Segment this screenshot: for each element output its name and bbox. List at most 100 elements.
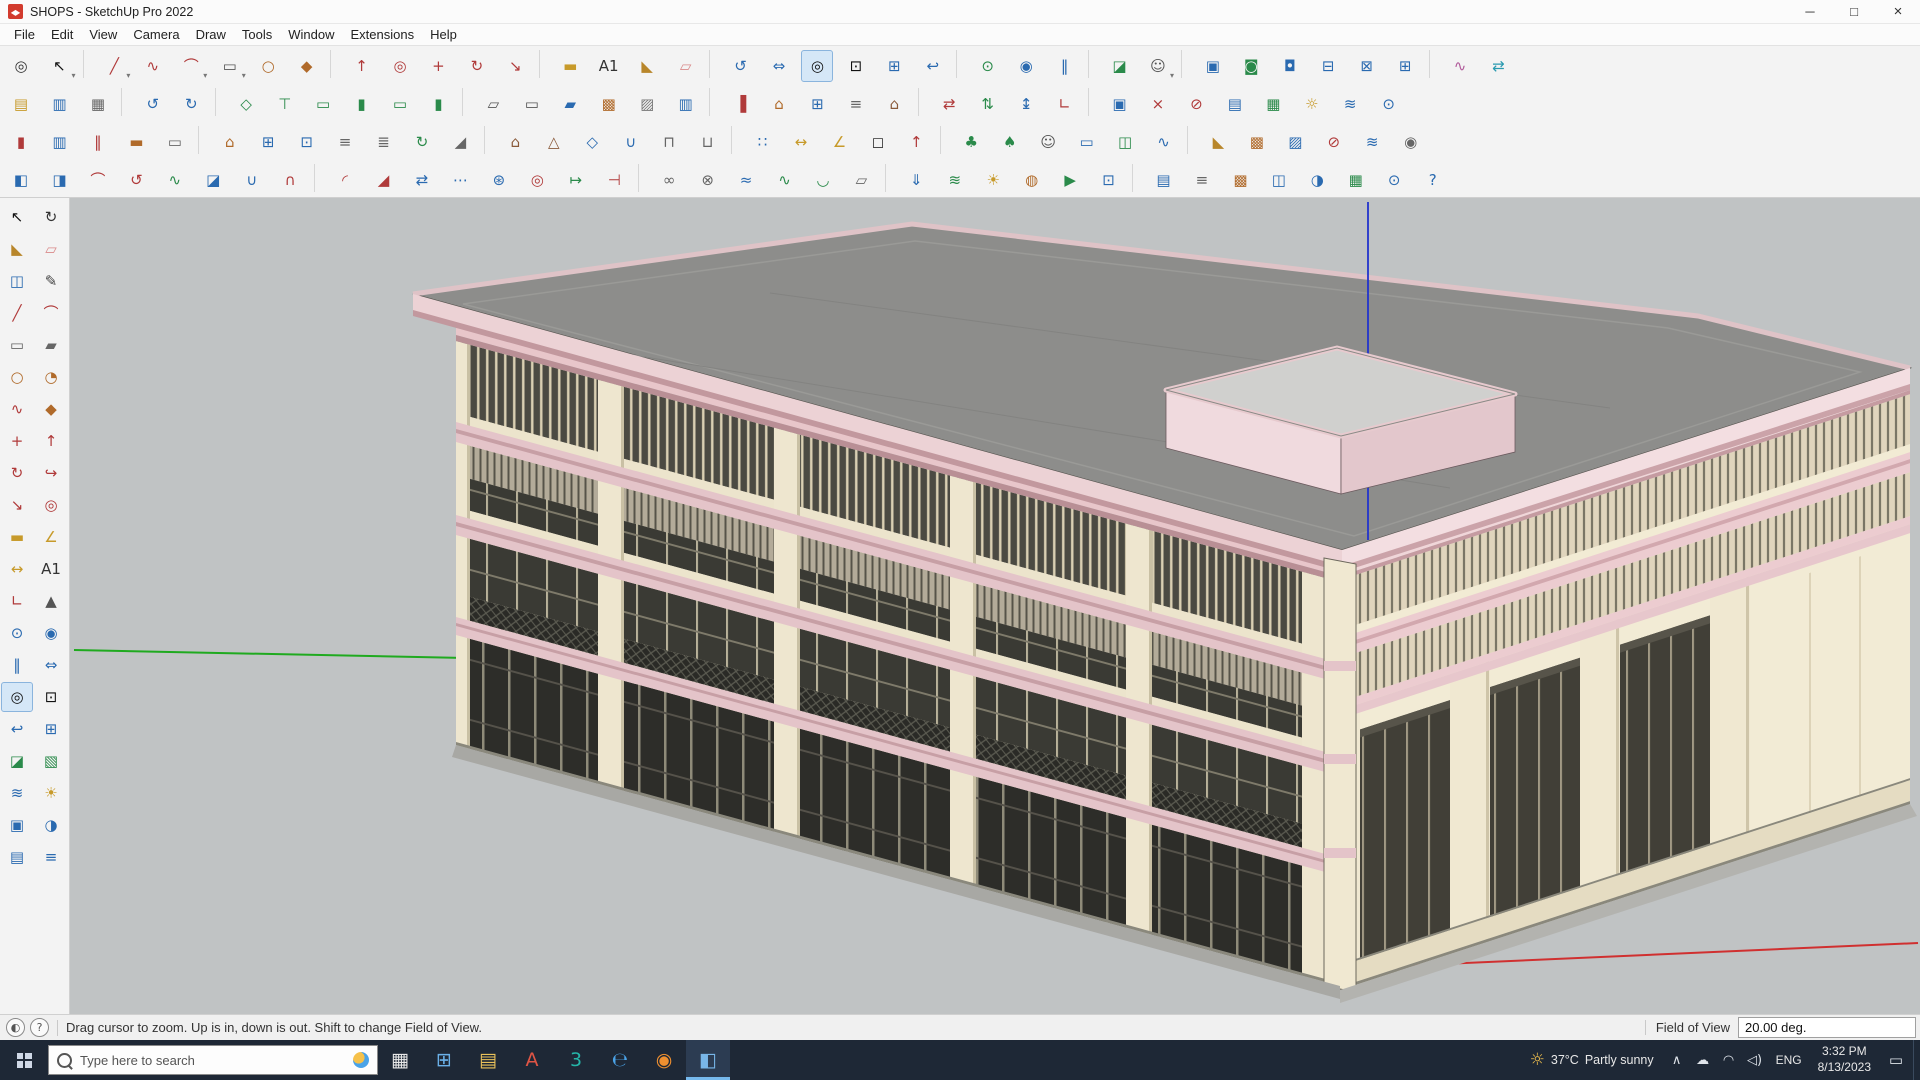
save-model[interactable]: ▥ — [43, 88, 75, 120]
pan-tool[interactable]: ⇔ — [35, 650, 67, 680]
materials-tool[interactable]: ▩ — [1224, 164, 1256, 196]
stair-tool[interactable]: ≡ — [840, 88, 872, 120]
textured-style[interactable]: ▩ — [593, 88, 625, 120]
print-model[interactable]: ▦ — [82, 88, 114, 120]
redo-button[interactable]: ↻ — [175, 88, 207, 120]
previous-view-tool[interactable]: ↩ — [917, 50, 949, 82]
skylight-tool[interactable]: ◇ — [576, 126, 608, 158]
pan-tool[interactable]: ⇔ — [763, 50, 795, 82]
look-around-tool[interactable]: ◉ — [1010, 50, 1042, 82]
hidden-line-style[interactable]: ▭ — [516, 88, 548, 120]
undo-button[interactable]: ↺ — [137, 88, 169, 120]
paint-bucket-tool[interactable]: ◣ — [1, 234, 33, 264]
minimize-button[interactable]: ─ — [1788, 0, 1832, 23]
soap-skin-tool[interactable]: ∿ — [1444, 50, 1476, 82]
help-info-icon[interactable]: ? — [30, 1018, 49, 1037]
door-tool-ext[interactable]: ⌂ — [214, 126, 246, 158]
freehand-tool[interactable]: ∿ — [137, 50, 169, 82]
drop-tool[interactable]: ⇓ — [900, 164, 932, 196]
gable-roof-tool[interactable]: △ — [538, 126, 570, 158]
push-pull-tool[interactable]: ↑ — [346, 50, 378, 82]
account-menu[interactable]: ☺ — [1142, 50, 1174, 82]
wireframe-style[interactable]: ▱ — [477, 88, 509, 120]
layers-tool[interactable]: ▤ — [1148, 164, 1180, 196]
position-camera-tool[interactable]: ⊙ — [1, 618, 33, 648]
column-tool[interactable]: ‖ — [82, 126, 114, 158]
monochrome-style[interactable]: ▨ — [631, 88, 663, 120]
angular-dim-tool[interactable]: ∠ — [823, 126, 855, 158]
linear-array-tool[interactable]: ⋯ — [444, 164, 476, 196]
make-component-tool[interactable]: ◫ — [1, 266, 33, 296]
freehand-tool[interactable]: ∿ — [1, 394, 33, 424]
cleanup-tool[interactable]: ⊘ — [1318, 126, 1350, 158]
move-tool[interactable]: + — [1, 426, 33, 456]
railing-tool[interactable]: ≡ — [329, 126, 361, 158]
tape-measure-tool[interactable]: ▬ — [554, 50, 586, 82]
outer-shell-tool[interactable]: ▣ — [1197, 50, 1229, 82]
iso-view[interactable]: ◇ — [230, 88, 262, 120]
drape-tool[interactable]: ≋ — [939, 164, 971, 196]
shadow-settings-button[interactable]: ☼ — [1296, 88, 1328, 120]
offset-tool[interactable]: ◎ — [35, 490, 67, 520]
scale-tool[interactable]: ↘ — [1, 490, 33, 520]
window-tool-ext[interactable]: ⊞ — [252, 126, 284, 158]
circle-tool[interactable]: ○ — [1, 362, 33, 392]
onedrive-icon[interactable]: ☁ — [1690, 1040, 1716, 1080]
move-tool[interactable]: + — [422, 50, 454, 82]
solid-union-tool[interactable]: ∪ — [236, 164, 268, 196]
align-extension-tool[interactable]: ⇄ — [1482, 50, 1514, 82]
figure-tool[interactable]: ☺ — [1032, 126, 1064, 158]
loft-tool[interactable]: ∿ — [159, 164, 191, 196]
mirror-tool[interactable]: ⇄ — [406, 164, 438, 196]
styles-tool[interactable]: ◑ — [1301, 164, 1333, 196]
roof-tool[interactable]: ⌂ — [878, 88, 910, 120]
ceiling-tool[interactable]: ⊓ — [653, 126, 685, 158]
orbit-tool[interactable]: ↻ — [35, 202, 67, 232]
union-tool[interactable]: ◘ — [1274, 50, 1306, 82]
arc-tool[interactable]: ⌒ — [175, 50, 208, 82]
subtract-tool[interactable]: ⊟ — [1312, 50, 1344, 82]
path-tool[interactable]: ∿ — [1148, 126, 1180, 158]
scenes-panel-button[interactable]: ▦ — [1257, 88, 1289, 120]
radial-array-tool[interactable]: ⊛ — [483, 164, 515, 196]
hip-roof-tool[interactable]: ⌂ — [499, 126, 531, 158]
layers-tool[interactable]: ▤ — [1, 842, 33, 872]
search-tool[interactable]: ◎ — [5, 50, 37, 82]
menu-view[interactable]: View — [81, 24, 125, 45]
polygon-tool[interactable]: ◆ — [291, 50, 323, 82]
north-arrow-tool[interactable]: ↑ — [900, 126, 932, 158]
start-button[interactable] — [0, 1040, 48, 1080]
sun-study-tool[interactable]: ☀ — [977, 164, 1009, 196]
push-pull-tool[interactable]: ↑ — [35, 426, 67, 456]
layers-panel-button[interactable]: ▤ — [1219, 88, 1251, 120]
wall-tool-ext[interactable]: ▮ — [5, 126, 37, 158]
simplify-tool[interactable]: ≈ — [730, 164, 762, 196]
geolocation-icon[interactable]: ◐ — [6, 1018, 25, 1037]
text-tool[interactable]: A1 — [35, 554, 67, 584]
zoom-extents-tool[interactable]: ⊞ — [878, 50, 910, 82]
pie-tool[interactable]: ◔ — [35, 362, 67, 392]
curtain-wall-tool[interactable]: ▥ — [43, 126, 75, 158]
linear-dim-tool[interactable]: ↔ — [785, 126, 817, 158]
ramp-tool[interactable]: ◢ — [444, 126, 476, 158]
open-model[interactable]: ▤ — [5, 88, 37, 120]
uv-tool[interactable]: ▨ — [1279, 126, 1311, 158]
menu-camera[interactable]: Camera — [125, 24, 187, 45]
components-tool[interactable]: ◫ — [1263, 164, 1295, 196]
split-tool[interactable]: ⊞ — [1389, 50, 1421, 82]
taskbar-weather[interactable]: ☼ 37°C Partly sunny — [1520, 1040, 1664, 1080]
circle-tool[interactable]: ○ — [252, 50, 284, 82]
painter-tool[interactable]: ◣ — [1202, 126, 1234, 158]
walk-tool[interactable]: ‖ — [1049, 50, 1081, 82]
chamfer-tool[interactable]: ◢ — [368, 164, 400, 196]
render-tool[interactable]: ◍ — [1016, 164, 1048, 196]
styles-tool[interactable]: ◑ — [35, 810, 67, 840]
menu-file[interactable]: File — [6, 24, 43, 45]
rectangle-tool[interactable]: ▭ — [214, 50, 246, 82]
eraser-tool[interactable]: ▱ — [670, 50, 702, 82]
label-tool[interactable]: ◻ — [862, 126, 894, 158]
zoom-window-tool[interactable]: ⊡ — [35, 682, 67, 712]
eraser-tool[interactable]: ▱ — [35, 234, 67, 264]
sweep-tool[interactable]: ⌒ — [82, 164, 114, 196]
viewport-3d[interactable] — [70, 198, 1920, 1014]
